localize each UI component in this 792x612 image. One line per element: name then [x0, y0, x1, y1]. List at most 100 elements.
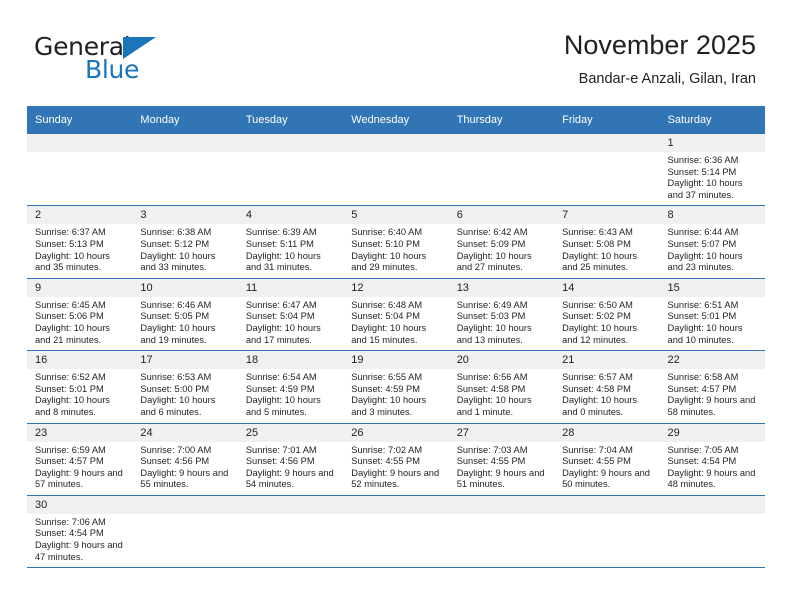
daylight-text: Daylight: 9 hours and 52 minutes. — [351, 467, 440, 490]
day-number: 30 — [27, 495, 133, 514]
calendar-day-cell[interactable]: 22 Sunrise: 6:58 AM Sunset: 4:57 PM Dayligh… — [659, 350, 765, 424]
day-number — [448, 495, 555, 514]
calendar-day-cell[interactable]: 18 Sunrise: 6:54 AM Sunset: 4:59 PM Dayligh… — [237, 350, 344, 424]
day-number: 23 — [27, 423, 133, 442]
calendar-day-cell[interactable]: 15 Sunrise: 6:51 AM Sunset: 5:01 PM Dayligh… — [659, 278, 765, 352]
calendar-day-cell[interactable]: 28 Sunrise: 7:04 AM Sunset: 4:55 PM Dayligh… — [554, 423, 660, 496]
day-number: 1 — [659, 134, 765, 152]
sunrise-text: Sunrise: 6:55 AM — [351, 372, 423, 383]
sunset-text: Sunset: 4:55 PM — [351, 456, 420, 467]
calendar-day-cell[interactable]: 30 Sunrise: 7:06 AM Sunset: 4:54 PM Dayligh… — [27, 495, 133, 569]
day-number: 22 — [659, 351, 765, 370]
page-header: General Blue November 2025 Bandar-e Anza… — [0, 0, 792, 100]
calendar-week-row: 23 Sunrise: 6:59 AM Sunset: 4:57 PM Dayligh… — [27, 423, 765, 496]
daylight-text: Daylight: 9 hours and 58 minutes. — [667, 395, 756, 417]
day-number: 21 — [554, 351, 660, 370]
calendar-day-cell[interactable]: 6 Sunrise: 6:42 AM Sunset: 5:09 PM Daylight… — [448, 205, 555, 279]
sunset-text: Sunset: 5:11 PM — [245, 238, 314, 249]
calendar-cell-empty — [132, 134, 238, 207]
day-sun-info: Sunrise: 6:55 AM Sunset: 4:59 PM Daylight:… — [343, 369, 448, 422]
calendar-cell-empty — [448, 495, 555, 569]
day-sun-info: Sunrise: 6:56 AM Sunset: 4:58 PM Daylight:… — [449, 369, 554, 422]
calendar-cell-empty — [343, 495, 449, 569]
day-sun-info: Sunrise: 6:36 AM Sunset: 5:14 PM Daylight:… — [660, 152, 765, 205]
day-number: 25 — [237, 423, 344, 442]
sunrise-text: Sunrise: 6:56 AM — [456, 372, 528, 383]
day-sun-info: Sunrise: 6:39 AM Sunset: 5:11 PM Daylight:… — [238, 224, 343, 277]
calendar-day-cell[interactable]: 4 Sunrise: 6:39 AM Sunset: 5:11 PM Daylight… — [237, 205, 344, 279]
calendar-day-cell[interactable]: 9 Sunrise: 6:45 AM Sunset: 5:06 PM Daylight… — [27, 278, 133, 352]
calendar-day-cell[interactable]: 14 Sunrise: 6:50 AM Sunset: 5:02 PM Dayligh… — [554, 278, 660, 352]
calendar-day-cell[interactable]: 5 Sunrise: 6:40 AM Sunset: 5:10 PM Daylight… — [343, 205, 449, 279]
sunrise-text: Sunrise: 6:38 AM — [140, 227, 212, 238]
calendar-day-cell[interactable]: 17 Sunrise: 6:53 AM Sunset: 5:00 PM Dayligh… — [132, 350, 238, 424]
day-number: 11 — [237, 278, 344, 297]
day-sun-info: Sunrise: 6:53 AM Sunset: 5:00 PM Daylight:… — [132, 369, 237, 422]
daylight-text: Daylight: 10 hours and 37 minutes. — [667, 178, 743, 200]
daylight-text: Daylight: 10 hours and 10 minutes. — [667, 322, 743, 345]
calendar-day-cell[interactable]: 2 Sunrise: 6:37 AM Sunset: 5:13 PM Daylight… — [27, 205, 133, 279]
day-number: 2 — [27, 206, 133, 225]
calendar-day-cell[interactable]: 27 Sunrise: 7:03 AM Sunset: 4:55 PM Dayligh… — [448, 423, 555, 496]
sunrise-text: Sunrise: 6:47 AM — [245, 299, 317, 310]
sunrise-text: Sunrise: 6:36 AM — [667, 155, 739, 165]
general-blue-logo[interactable]: General Blue — [34, 32, 214, 88]
day-number — [659, 495, 765, 514]
sunset-text: Sunset: 5:01 PM — [35, 383, 104, 394]
sunrise-text: Sunrise: 6:45 AM — [35, 299, 106, 310]
calendar-week-row: 9 Sunrise: 6:45 AM Sunset: 5:06 PM Daylight… — [27, 278, 765, 352]
sunrise-text: Sunrise: 7:01 AM — [245, 444, 317, 455]
sunset-text: Sunset: 4:54 PM — [35, 528, 104, 539]
day-sun-info: Sunrise: 6:43 AM Sunset: 5:08 PM Daylight:… — [554, 224, 659, 277]
sunrise-text: Sunrise: 6:39 AM — [245, 227, 317, 238]
calendar-day-cell[interactable]: 12 Sunrise: 6:48 AM Sunset: 5:04 PM Dayligh… — [343, 278, 449, 352]
day-sun-info: Sunrise: 6:47 AM Sunset: 5:04 PM Daylight:… — [238, 297, 343, 350]
calendar-day-cell[interactable]: 24 Sunrise: 7:00 AM Sunset: 4:56 PM Dayligh… — [132, 423, 238, 496]
calendar-day-cell[interactable]: 21 Sunrise: 6:57 AM Sunset: 4:58 PM Dayligh… — [554, 350, 660, 424]
sunset-text: Sunset: 5:07 PM — [667, 238, 737, 249]
day-number: 12 — [343, 278, 449, 297]
calendar-day-cell[interactable]: 25 Sunrise: 7:01 AM Sunset: 4:56 PM Dayligh… — [237, 423, 344, 496]
calendar-cell-empty — [237, 134, 344, 207]
calendar-day-cell[interactable]: 7 Sunrise: 6:43 AM Sunset: 5:08 PM Daylight… — [554, 205, 660, 279]
weekday-header-wednesday: Wednesday — [343, 106, 449, 134]
sunset-text: Sunset: 5:04 PM — [351, 311, 420, 322]
day-number — [343, 134, 449, 152]
sunrise-sunset-calendar: Sunday Monday Tuesday Wednesday Thursday… — [27, 106, 765, 569]
day-number: 15 — [659, 278, 765, 297]
day-sun-info: Sunrise: 6:38 AM Sunset: 5:12 PM Daylight:… — [132, 224, 237, 277]
calendar-day-cell[interactable]: 29 Sunrise: 7:05 AM Sunset: 4:54 PM Dayligh… — [659, 423, 765, 496]
calendar-day-cell[interactable]: 10 Sunrise: 6:46 AM Sunset: 5:05 PM Dayligh… — [132, 278, 238, 352]
calendar-day-cell[interactable]: 1 Sunrise: 6:36 AM Sunset: 5:14 PM Daylight… — [659, 134, 765, 207]
day-number — [132, 134, 238, 152]
calendar-day-cell[interactable]: 3 Sunrise: 6:38 AM Sunset: 5:12 PM Daylight… — [132, 205, 238, 279]
day-sun-info: Sunrise: 6:42 AM Sunset: 5:09 PM Daylight:… — [449, 224, 554, 277]
calendar-day-cell[interactable]: 26 Sunrise: 7:02 AM Sunset: 4:55 PM Dayligh… — [343, 423, 449, 496]
day-sun-info: Sunrise: 6:46 AM Sunset: 5:05 PM Daylight:… — [132, 297, 237, 350]
calendar-day-cell[interactable]: 23 Sunrise: 6:59 AM Sunset: 4:57 PM Dayligh… — [27, 423, 133, 496]
day-sun-info: Sunrise: 6:54 AM Sunset: 4:59 PM Daylight:… — [238, 369, 343, 422]
sunset-text: Sunset: 5:00 PM — [140, 383, 210, 394]
calendar-day-cell[interactable]: 11 Sunrise: 6:47 AM Sunset: 5:04 PM Dayligh… — [237, 278, 344, 352]
day-number: 27 — [448, 423, 555, 442]
sunrise-text: Sunrise: 6:46 AM — [140, 299, 212, 310]
sunrise-text: Sunrise: 6:49 AM — [456, 299, 528, 310]
calendar-cell-empty — [659, 495, 765, 569]
sunrise-text: Sunrise: 6:37 AM — [35, 227, 106, 238]
weekday-header-tuesday: Tuesday — [237, 106, 344, 134]
day-number: 18 — [237, 351, 344, 370]
daylight-text: Daylight: 10 hours and 5 minutes. — [245, 395, 321, 417]
calendar-day-cell[interactable]: 8 Sunrise: 6:44 AM Sunset: 5:07 PM Daylight… — [659, 205, 765, 279]
daylight-text: Daylight: 9 hours and 51 minutes. — [456, 467, 545, 490]
calendar-day-cell[interactable]: 20 Sunrise: 6:56 AM Sunset: 4:58 PM Dayligh… — [448, 350, 555, 424]
day-sun-info: Sunrise: 6:57 AM Sunset: 4:58 PM Daylight:… — [554, 369, 659, 422]
calendar-day-cell[interactable]: 19 Sunrise: 6:55 AM Sunset: 4:59 PM Dayligh… — [343, 350, 449, 424]
sunset-text: Sunset: 5:01 PM — [667, 311, 737, 322]
page-title: November 2025 — [563, 30, 756, 60]
calendar-day-cell[interactable]: 16 Sunrise: 6:52 AM Sunset: 5:01 PM Dayligh… — [27, 350, 133, 424]
day-sun-info: Sunrise: 6:58 AM Sunset: 4:57 PM Daylight:… — [660, 369, 765, 422]
day-sun-info: Sunrise: 7:02 AM Sunset: 4:55 PM Daylight:… — [343, 442, 448, 495]
calendar-day-cell[interactable]: 13 Sunrise: 6:49 AM Sunset: 5:03 PM Dayligh… — [448, 278, 555, 352]
calendar-week-row: 1 Sunrise: 6:36 AM Sunset: 5:14 PM Daylight… — [27, 134, 765, 207]
daylight-text: Daylight: 10 hours and 35 minutes. — [35, 250, 110, 273]
